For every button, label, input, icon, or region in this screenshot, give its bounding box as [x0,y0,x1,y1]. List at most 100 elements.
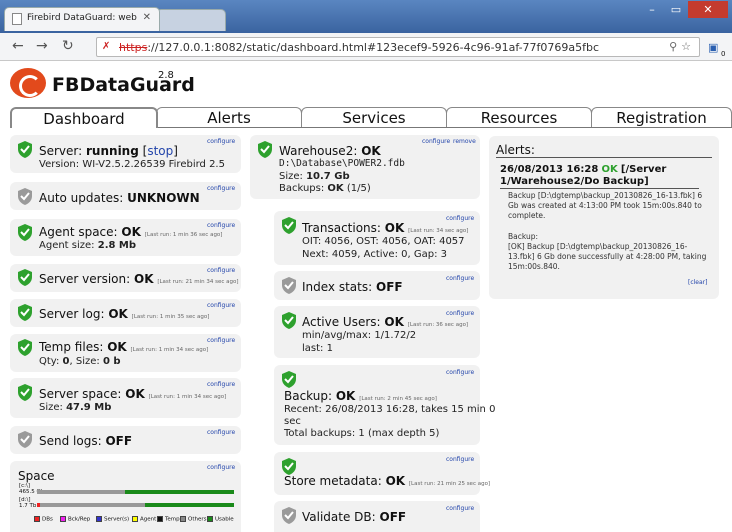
alerts-title: Alerts: [496,143,535,157]
alert-divider [500,188,699,189]
ok-shield-icon [18,384,32,401]
tab-alerts[interactable]: Alerts [156,107,302,128]
reload-icon[interactable]: ↻ [62,39,74,53]
configure-link[interactable]: configure [207,337,235,344]
server-card: configure Server: running [stop] Version… [10,135,241,173]
ok-shield-icon [282,217,296,234]
backup-line3: Total backups: 1 (max depth 5) [284,428,440,439]
drive2-usable-segment [145,503,234,507]
browser-tab-title: Firebird DataGuard: web-c [27,13,137,23]
page-favicon-icon [12,13,22,25]
activeusers-title: Active Users: OK [Last run: 36 sec ago] [302,315,469,329]
storemeta-card: configure Store metadata: OK [Last run: … [274,452,490,495]
remove-link[interactable]: remove [453,138,476,145]
unknown-shield-icon [18,188,32,205]
serverversion-title: Server version: OK [Last run: 21 min 34 … [39,272,239,286]
unknown-shield-icon [282,507,296,524]
maximize-icon[interactable]: ▭ [664,1,688,18]
configure-link[interactable]: configure [207,464,235,471]
agentspace-card: configure Agent space: OK [Last run: 1 m… [10,219,241,256]
extension-badge: 0 [721,50,726,58]
configure-link[interactable]: configure [207,302,235,309]
agentspace-title: Agent space: OK [Last run: 1 min 36 sec … [39,225,223,239]
legend-servers: Server(s) [96,516,129,523]
configure-link[interactable]: configure [446,369,474,376]
clear-alerts-link[interactable]: [clear] [688,279,707,286]
warehouse-size: Size: 10.7 Gb [279,171,350,182]
space-title: Space [18,469,55,483]
alert-header: 26/08/2013 16:28 OK [/Server 1/Warehouse… [500,164,667,187]
legend-others: Others [180,516,206,523]
tab-registration[interactable]: Registration [591,107,732,128]
address-bar[interactable]: ✗ https://127.0.0.1:8082/static/dashboar… [96,37,700,57]
activeusers-card: configure Active Users: OK [Last run: 36… [274,306,480,358]
configure-link[interactable]: configure [446,456,474,463]
server-version: Version: WI-V2.5.2.26539 Firebird 2.5 [39,159,225,170]
drive2-bar [37,503,234,507]
server-title: Server: running [stop] [39,144,178,158]
transactions-card: configure Transactions: OK [Last run: 34… [274,211,480,265]
ok-shield-icon [18,224,32,241]
activeusers-line2: last: 1 [302,343,333,354]
tempfiles-title: Temp files: OK [Last run: 1 min 34 sec a… [39,340,209,354]
tempfiles-card: configure Temp files: OK [Last run: 1 mi… [10,334,241,372]
browser-tab-active[interactable]: Firebird DataGuard: web-c ✕ [4,7,160,31]
stop-link[interactable]: stop [147,144,173,158]
ok-shield-icon [18,304,32,321]
drive2-size: 1.7 Tb [19,503,37,509]
firebird-logo-icon [10,68,46,98]
backup-line1: Recent: 26/08/2013 16:28, takes 15 min 0 [284,404,496,415]
insecure-lock-icon: ✗ [102,41,111,52]
star-icon: ☆ [681,40,695,53]
indexstats-card: configure Index stats: OFF [274,271,480,300]
ok-shield-icon [282,312,296,329]
autoupdates-card: configure Auto updates: UNKNOWN [10,182,241,210]
agentspace-size: Agent size: 2.8 Mb [39,240,137,251]
configure-link[interactable]: configure [207,429,235,436]
configure-link[interactable]: configure [207,185,235,192]
minimize-icon[interactable]: – [640,1,664,18]
drive1-bar [37,490,234,494]
close-window-icon[interactable]: ✕ [688,1,728,18]
drive2-dbs-segment [37,503,40,507]
legend-dbs: DBs [34,516,53,523]
new-tab-button[interactable] [156,9,226,31]
serverversion-card: configure Server version: OK [Last run: … [10,264,241,292]
tab-resources[interactable]: Resources [446,107,592,128]
close-tab-icon[interactable]: ✕ [143,12,151,23]
activeusers-line1: min/avg/max: 1/1.72/2 [302,330,417,341]
unknown-shield-icon [18,431,32,448]
back-icon[interactable]: ← [12,39,24,53]
tab-services[interactable]: Services [301,107,447,128]
alert-message1: Backup [D:\dgtemp\backup_20130826_16-13.… [508,191,703,220]
configure-link[interactable]: configure [422,138,450,145]
configure-link[interactable]: configure [207,138,235,145]
sendlogs-card: configure Send logs: OFF [10,426,241,454]
validatedb-title: Validate DB: OFF [302,510,407,524]
legend-temp: Temp [157,516,180,523]
main-tabs: Dashboard Alerts Services Resources Regi… [10,107,732,128]
zoom-icon: ⚲ [669,40,682,53]
backup-title: Backup: OK [Last run: 2 min 45 sec ago] [284,389,437,403]
url-text: https://127.0.0.1:8082/static/dashboard.… [119,41,600,54]
drive1-usable-segment [125,490,234,494]
alert-message3: [OK] Backup [D:\dgtemp\backup_20130826_1… [508,242,707,271]
unknown-shield-icon [282,277,296,294]
ok-shield-icon [282,371,296,388]
legend-usable: Usable [207,516,234,523]
ok-shield-icon [18,141,32,158]
extension-icon[interactable]: ▣ [708,41,718,55]
transactions-line2: Next: 4059, Active: 0, Gap: 3 [302,249,447,260]
configure-link[interactable]: configure [446,275,474,282]
validatedb-card: configure Validate DB: OFF [274,501,480,532]
alerts-divider [496,157,712,158]
indexstats-title: Index stats: OFF [302,280,403,294]
backup-card: configure Backup: OK [Last run: 2 min 45… [274,365,495,445]
forward-icon[interactable]: → [36,39,48,53]
tab-dashboard[interactable]: Dashboard [10,107,158,128]
ok-shield-icon [282,458,296,475]
serverspace-size: Size: 47.9 Mb [39,402,112,413]
app-version: 2.8 [158,70,174,81]
configure-link[interactable]: configure [446,505,474,512]
alerts-panel: Alerts: 26/08/2013 16:28 OK [/Server 1/W… [489,136,719,299]
